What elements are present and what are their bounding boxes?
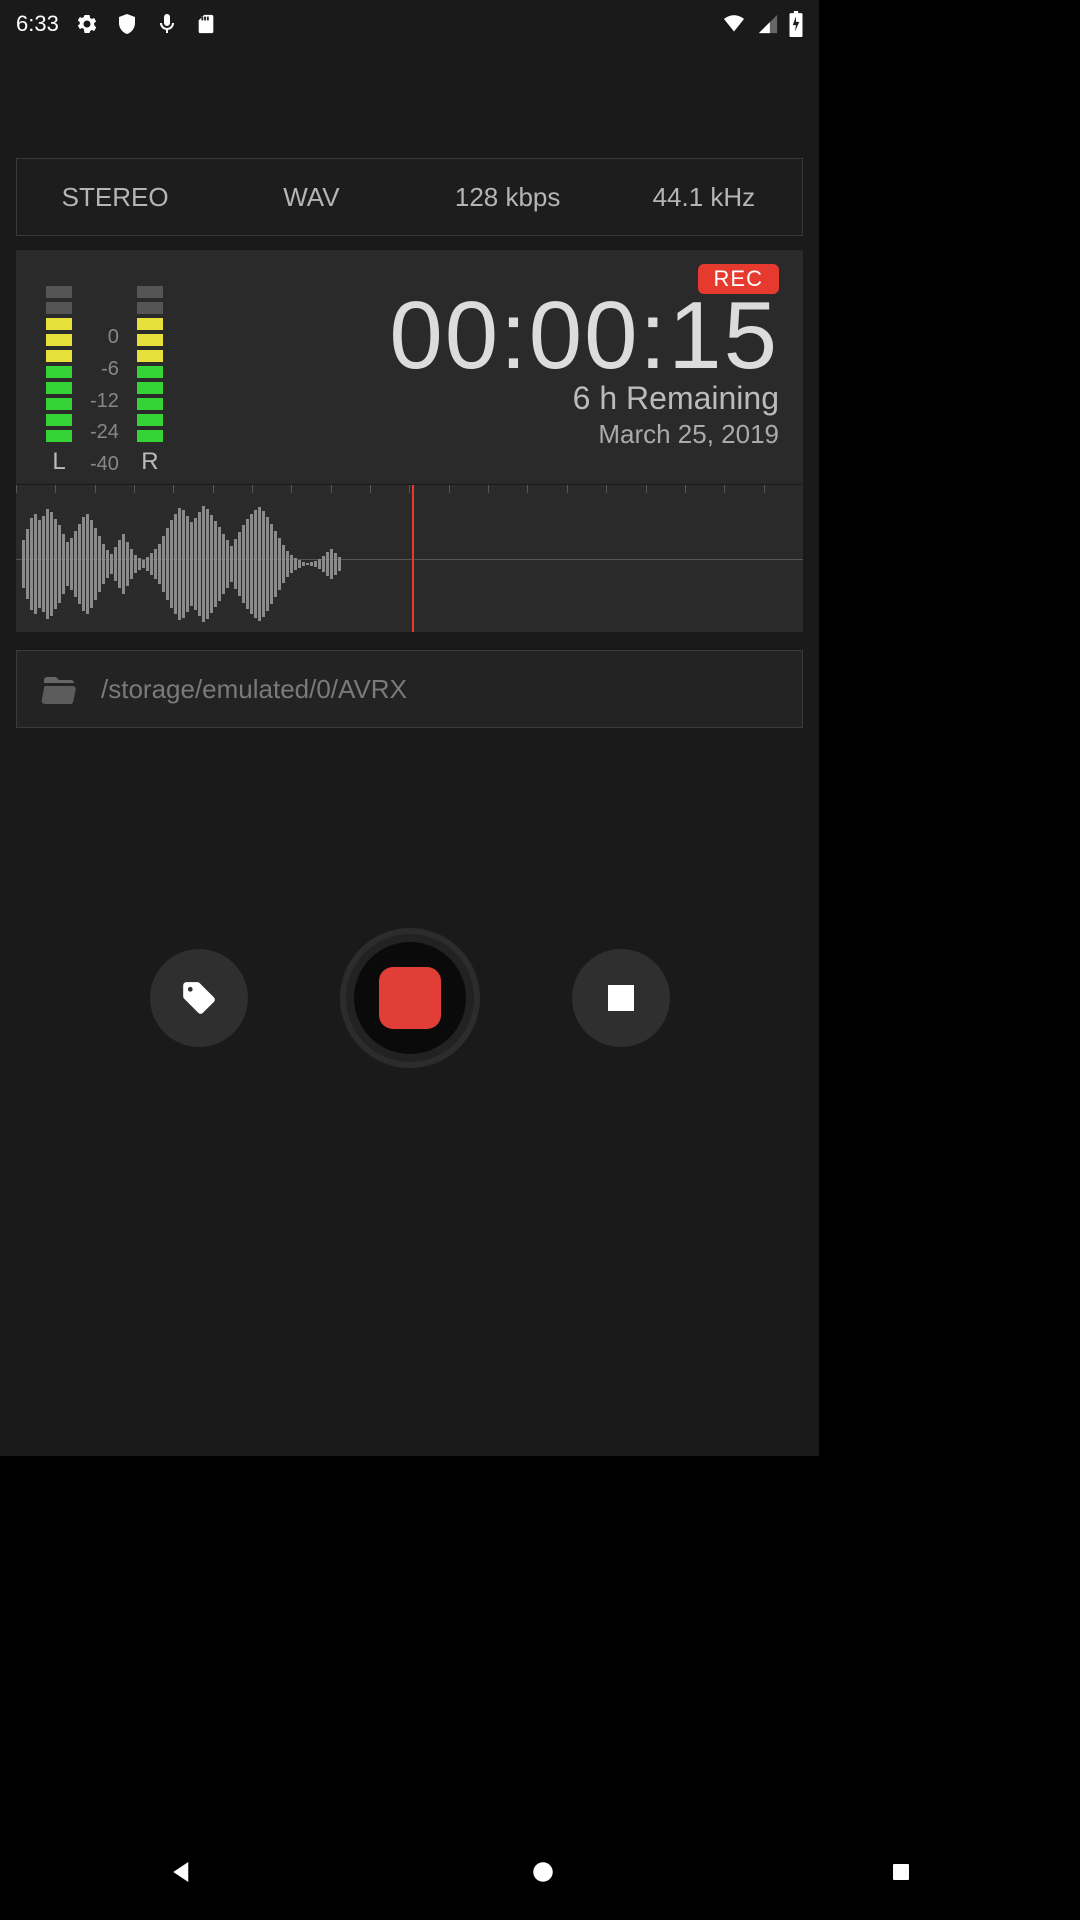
meter-timer-card: L 0-6-12-24-40 R REC 00:00:15 6 h Remain…	[16, 250, 803, 484]
storage-path-row[interactable]: /storage/emulated/0/AVRX	[16, 650, 803, 728]
status-left: 6:33	[16, 11, 217, 37]
status-bar: 6:33	[0, 0, 819, 48]
right-label: R	[141, 448, 158, 476]
wifi-icon	[721, 14, 747, 34]
timer-area: REC 00:00:15 6 h Remaining March 25, 201…	[256, 250, 803, 484]
stop-button[interactable]	[572, 949, 670, 1047]
level-meters: L 0-6-12-24-40 R	[16, 250, 256, 484]
storage-path: /storage/emulated/0/AVRX	[101, 674, 407, 705]
playhead	[412, 485, 414, 632]
recording-date: March 25, 2019	[598, 419, 779, 450]
tag-button[interactable]	[150, 949, 248, 1047]
tag-icon	[180, 979, 218, 1017]
left-channel: L	[46, 286, 72, 476]
android-nav-bar	[0, 1824, 1080, 1920]
format-settings-row[interactable]: STEREO WAV 128 kbps 44.1 kHz	[16, 158, 803, 236]
folder-open-icon	[37, 671, 81, 707]
sd-card-icon	[195, 12, 217, 36]
db-scale: 0-6-12-24-40	[90, 326, 119, 476]
shield-icon	[115, 12, 139, 36]
top-spacer	[0, 48, 819, 158]
time-ticks	[16, 485, 803, 495]
waveform	[16, 495, 412, 632]
waveform-panel[interactable]	[16, 484, 803, 632]
format-channels[interactable]: STEREO	[17, 182, 213, 213]
stop-icon	[608, 985, 634, 1011]
transport-controls	[0, 928, 819, 1068]
right-channel: R	[137, 286, 163, 476]
home-icon[interactable]	[530, 1859, 556, 1885]
format-bitrate[interactable]: 128 kbps	[410, 182, 606, 213]
back-icon[interactable]	[167, 1857, 197, 1887]
left-label: L	[52, 448, 65, 476]
record-active-icon	[379, 967, 441, 1029]
gear-icon	[75, 12, 99, 36]
format-container[interactable]: WAV	[213, 182, 409, 213]
format-samplerate[interactable]: 44.1 kHz	[606, 182, 802, 213]
status-right	[721, 11, 803, 37]
signal-icon	[757, 13, 779, 35]
status-time: 6:33	[16, 11, 59, 37]
record-pause-button[interactable]	[340, 928, 480, 1068]
record-inner	[354, 942, 466, 1054]
recents-icon[interactable]	[889, 1860, 913, 1884]
elapsed-timer: 00:00:15	[389, 288, 779, 384]
mic-icon	[155, 12, 179, 36]
remaining-label: 6 h Remaining	[573, 380, 779, 417]
battery-charging-icon	[789, 11, 803, 37]
